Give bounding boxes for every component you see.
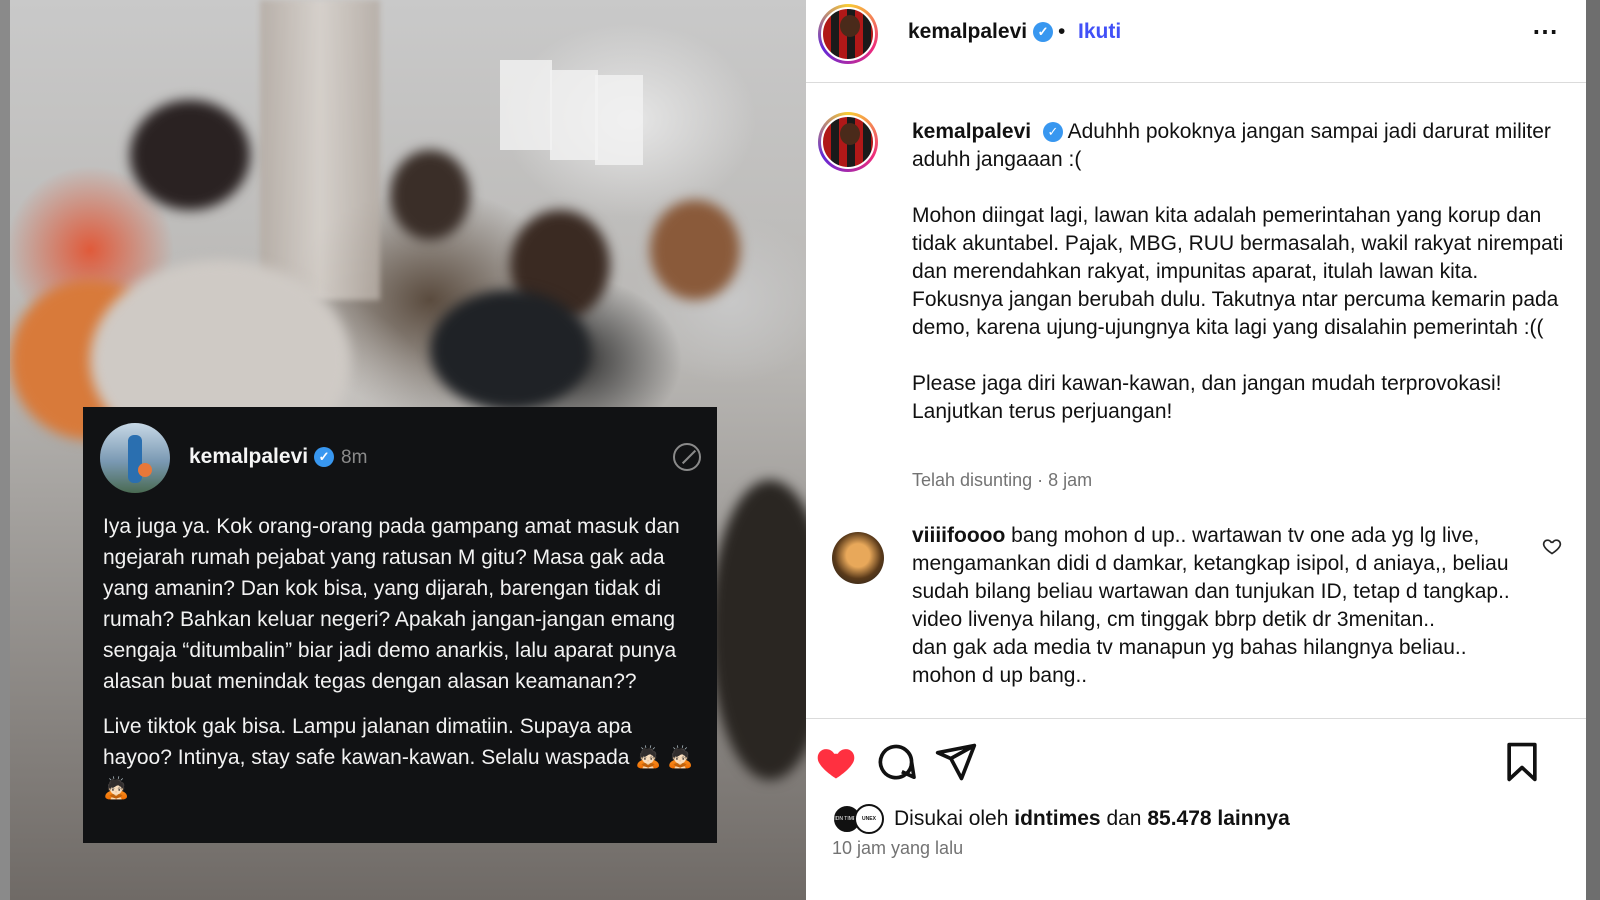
avatar-face [840, 15, 860, 37]
comment-line: dan gak ada media tv manapun yg bahas hi… [912, 636, 1467, 659]
avatar-image [821, 7, 875, 61]
comment-username[interactable]: viiiifoooo [912, 524, 1005, 547]
comment-icon[interactable] [874, 740, 918, 784]
window-shape [595, 75, 643, 165]
comment-avatar[interactable] [832, 532, 884, 584]
crowd-blob [650, 200, 740, 300]
crowd-blob [430, 290, 590, 410]
caption-first-paragraph: kemalpalevi ✓ Aduhhh pokoknya jangan sam… [912, 118, 1568, 174]
like-heart-icon[interactable] [814, 740, 858, 784]
follow-button[interactable]: Ikuti [1078, 20, 1121, 44]
share-icon[interactable] [934, 740, 978, 784]
caption-username[interactable]: kemalpalevi [912, 120, 1031, 143]
curtain-shape [260, 0, 380, 300]
header-divider [806, 82, 1586, 83]
post-media[interactable]: kemalpalevi ✓ 8m Iya juga ya. Kok orang-o… [10, 0, 806, 900]
screenshot-frame: kemalpalevi ✓ 8m Iya juga ya. Kok orang-o… [0, 0, 1600, 900]
separator-dot: • [1058, 20, 1066, 43]
caption-paragraph: Please jaga diri kawan-kawan, dan jangan… [912, 372, 1502, 423]
window-edge [1586, 0, 1600, 900]
header-username-row[interactable]: kemalpalevi ✓ [908, 20, 1054, 44]
crowd-blob [130, 100, 250, 210]
likes-conj: dan [1106, 807, 1142, 830]
header-avatar[interactable] [818, 4, 878, 64]
likes-count[interactable]: 85.478 lainnya [1147, 807, 1289, 830]
comment-line: video livenya hilang, cm tinggak bbrp de… [912, 608, 1435, 631]
actions-divider [806, 718, 1586, 719]
action-bar [806, 740, 1586, 790]
comment-like-heart-icon[interactable] [1542, 536, 1562, 556]
threads-paragraph: Live tiktok gak bisa. Lampu jalanan dima… [103, 715, 694, 800]
avatar-image [821, 115, 875, 169]
liker-avatar[interactable]: UNEX PLND [854, 804, 884, 834]
likes-text: Disukai oleh idntimes dan 85.478 lainnya [894, 807, 1290, 831]
likes-prefix: Disukai oleh [894, 807, 1009, 830]
threads-post-text: Iya juga ya. Kok orang-orang pada gampan… [103, 511, 703, 818]
threads-username-row: kemalpalevi ✓ [189, 445, 335, 469]
crowd-blob [390, 150, 470, 240]
window-shape [500, 60, 552, 150]
post-caption: kemalpalevi ✓ Aduhhh pokoknya jangan sam… [912, 118, 1568, 454]
avatar-figure [128, 435, 142, 483]
post-side-panel: kemalpalevi ✓ • Ikuti ⋯ kemalpalevi ✓ Adu… [806, 0, 1586, 900]
threads-paragraph: Iya juga ya. Kok orang-orang pada gampan… [103, 515, 680, 693]
header-username[interactable]: kemalpalevi [908, 20, 1027, 43]
edited-icon [673, 443, 701, 471]
caption-meta: Telah disunting · 8 jam [912, 470, 1093, 490]
save-bookmark-icon[interactable] [1500, 740, 1544, 784]
window-shape [550, 70, 598, 160]
threads-avatar [100, 423, 170, 493]
threads-post-card: kemalpalevi ✓ 8m Iya juga ya. Kok orang-o… [83, 407, 717, 843]
comment: viiiifoooo bang mohon d up.. wartawan tv… [912, 522, 1532, 690]
caption-avatar[interactable] [818, 112, 878, 172]
comment-line: mohon d up bang.. [912, 664, 1088, 687]
comment-first-line: viiiifoooo bang mohon d up.. wartawan tv… [912, 522, 1532, 606]
threads-time: 8m [341, 447, 368, 468]
more-options-icon[interactable]: ⋯ [1532, 16, 1559, 47]
verified-badge-icon: ✓ [1042, 122, 1063, 143]
crowd-blob [710, 480, 806, 780]
avatar-ball [138, 463, 152, 477]
likes-user[interactable]: idntimes [1014, 807, 1100, 830]
verified-badge-icon: ✓ [314, 447, 335, 468]
caption-paragraph: Mohon diingat lagi, lawan kita adalah pe… [912, 204, 1564, 339]
avatar-face [840, 123, 860, 145]
post-time-ago[interactable]: 10 jam yang lalu [832, 838, 963, 859]
verified-badge-icon: ✓ [1033, 22, 1054, 43]
threads-username: kemalpalevi [189, 445, 309, 468]
